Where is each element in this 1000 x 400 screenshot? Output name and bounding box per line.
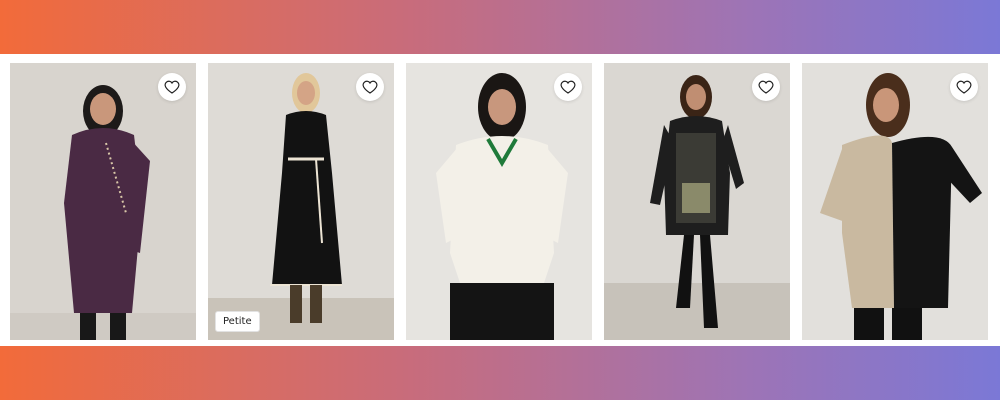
wishlist-button[interactable] — [356, 73, 384, 101]
heart-outline-icon — [164, 80, 180, 94]
wishlist-button[interactable] — [950, 73, 978, 101]
wishlist-button[interactable] — [158, 73, 186, 101]
product-card-4[interactable] — [604, 63, 790, 340]
product-image — [604, 63, 790, 340]
product-grid: Petite — [10, 63, 990, 340]
product-image — [208, 63, 394, 340]
top-gradient-banner — [0, 0, 1000, 54]
petite-badge: Petite — [215, 311, 260, 332]
product-image — [802, 63, 988, 340]
product-card-3[interactable] — [406, 63, 592, 340]
wishlist-button[interactable] — [752, 73, 780, 101]
heart-outline-icon — [560, 80, 576, 94]
heart-outline-icon — [758, 80, 774, 94]
product-image — [406, 63, 592, 340]
product-card-1[interactable] — [10, 63, 196, 340]
product-image — [10, 63, 196, 340]
product-card-2[interactable]: Petite — [208, 63, 394, 340]
product-card-5[interactable] — [802, 63, 988, 340]
wishlist-button[interactable] — [554, 73, 582, 101]
bottom-gradient-banner — [0, 346, 1000, 400]
heart-outline-icon — [956, 80, 972, 94]
heart-outline-icon — [362, 80, 378, 94]
